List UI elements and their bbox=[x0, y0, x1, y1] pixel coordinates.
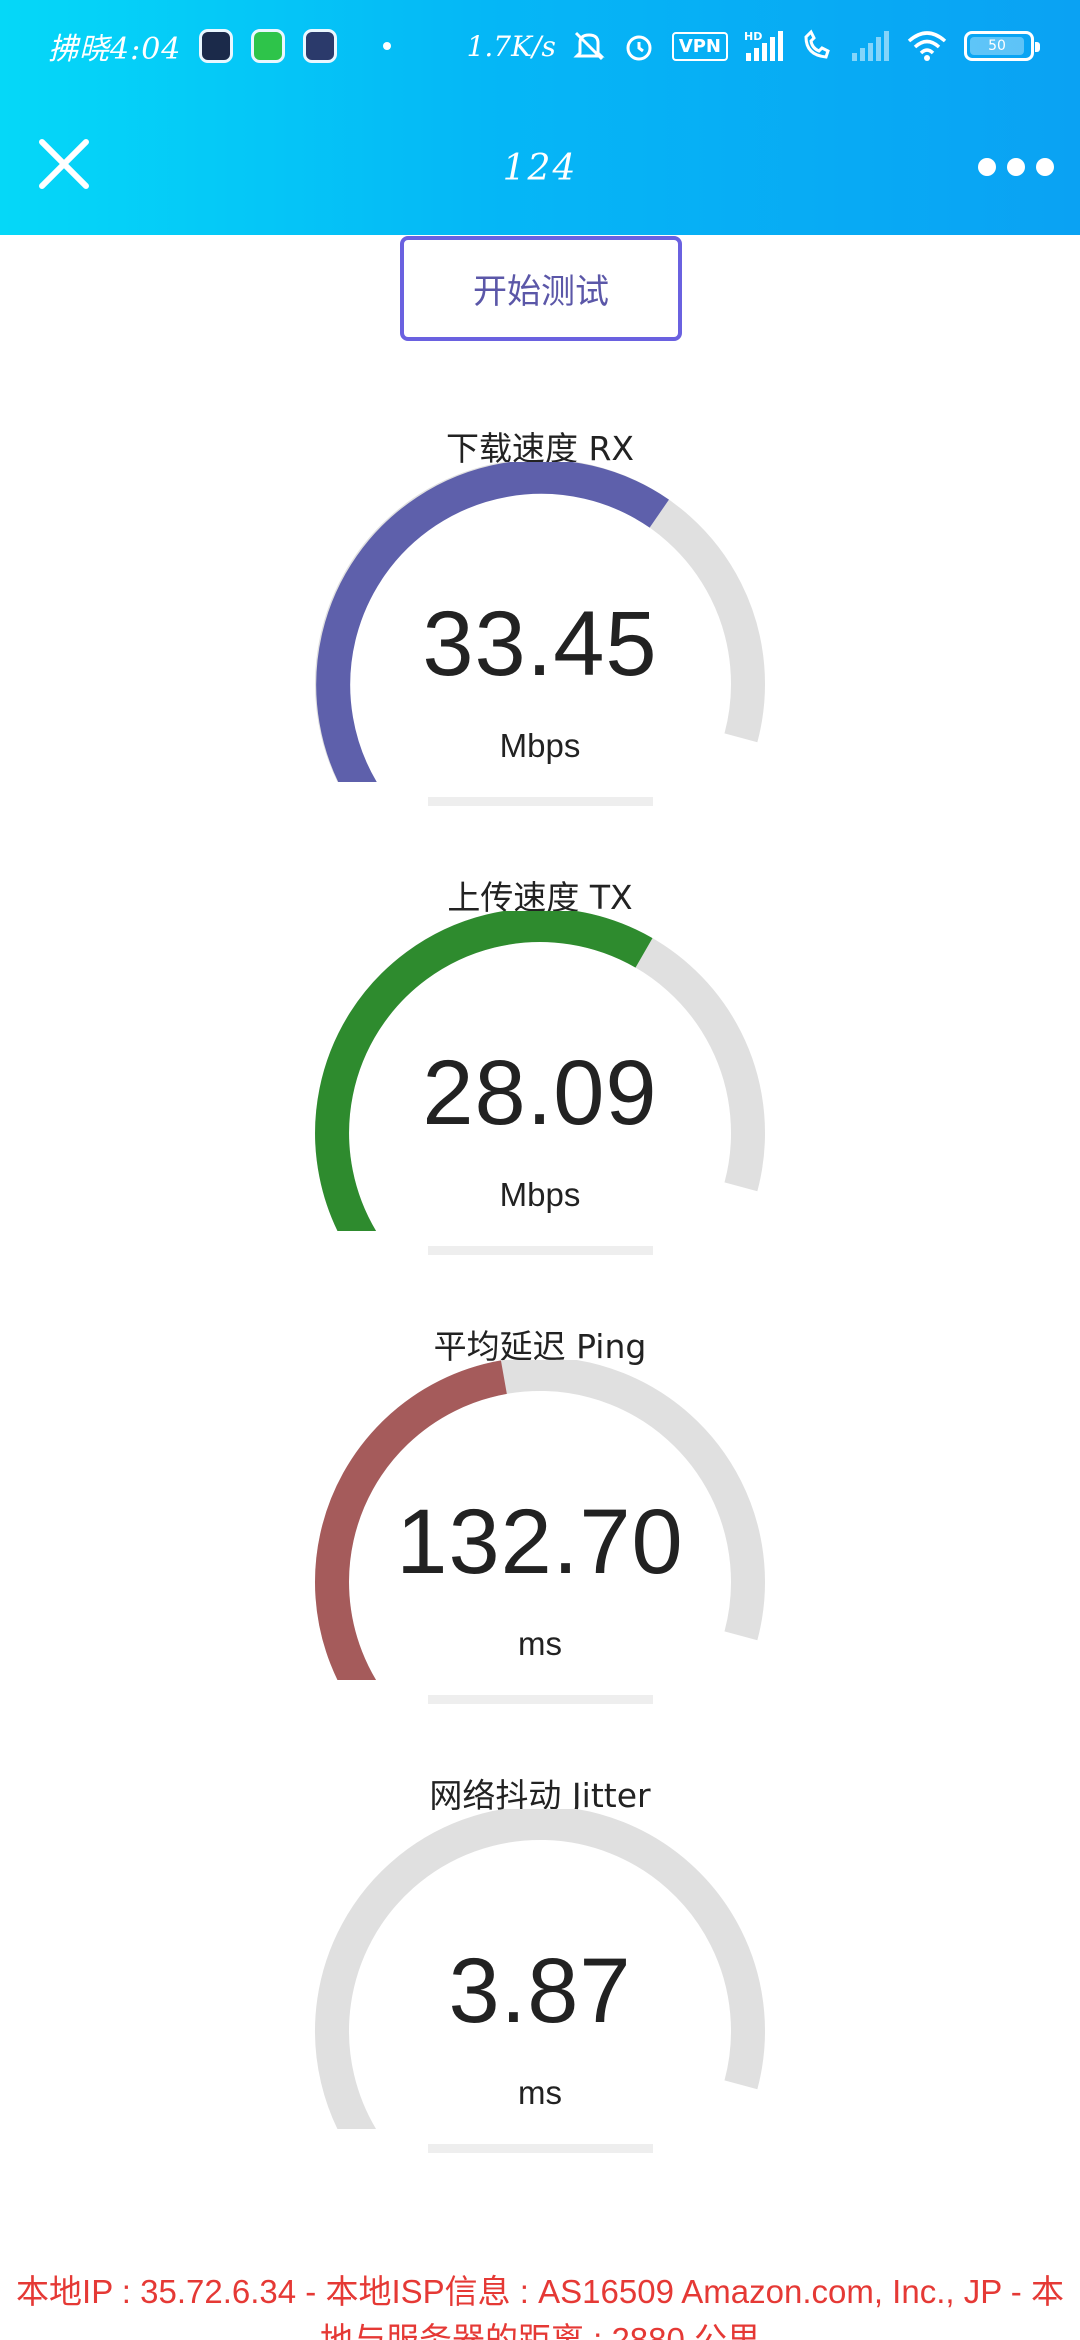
battery-icon: 50 bbox=[964, 31, 1040, 61]
status-bar: 拂晓4:04 1.7K/s VPN HD 50 bbox=[0, 0, 1080, 90]
gauge-progress-bar bbox=[428, 797, 653, 806]
gauge-download: 下载速度 RX 33.45 Mbps bbox=[0, 422, 1080, 862]
status-right: 1.7K/s VPN HD 50 bbox=[466, 24, 1040, 68]
page-title: 124 bbox=[502, 148, 578, 189]
gauge-progress-bar bbox=[428, 2144, 653, 2153]
hd-label: HD bbox=[744, 30, 762, 43]
battery-level: 50 bbox=[970, 37, 1024, 55]
gauge-unit: Mbps bbox=[499, 1176, 581, 1213]
title-bar: 124 bbox=[0, 90, 1080, 235]
gauge-ping: 平均延迟 Ping 132.70 ms bbox=[0, 1320, 1080, 1760]
weak-signal-icon bbox=[852, 31, 889, 61]
notification-dot-icon bbox=[383, 42, 392, 50]
gauge-value: 33.45 bbox=[422, 593, 658, 695]
alarm-icon bbox=[626, 35, 652, 61]
network-speed: 1.7K/s bbox=[466, 29, 556, 63]
app-header: 拂晓4:04 1.7K/s VPN HD 50 124 bbox=[0, 0, 1080, 235]
gauge-unit: Mbps bbox=[499, 727, 581, 764]
wifi-icon bbox=[907, 31, 947, 61]
mute-icon bbox=[573, 31, 605, 61]
more-dot-icon bbox=[978, 158, 996, 176]
status-left: 拂晓4:04 bbox=[48, 26, 392, 67]
gauge-value: 132.70 bbox=[396, 1491, 684, 1593]
gauge-unit: ms bbox=[518, 2074, 562, 2111]
more-dot-icon bbox=[1036, 158, 1054, 176]
signal-icon: HD bbox=[744, 30, 783, 61]
gauge-value: 28.09 bbox=[422, 1042, 658, 1144]
more-dot-icon bbox=[1007, 158, 1025, 176]
weather-icon bbox=[199, 29, 234, 63]
gauge-upload: 上传速度 TX 28.09 Mbps bbox=[0, 871, 1080, 1311]
gauge-progress-bar bbox=[428, 1695, 653, 1704]
cat-icon bbox=[303, 29, 338, 63]
vpn-badge: VPN bbox=[671, 31, 728, 61]
connection-info: 本地IP : 35.72.6.34 - 本地ISP信息 : AS16509 Am… bbox=[16, 2273, 1064, 2340]
gauge-value: 3.87 bbox=[448, 1940, 632, 2042]
call-icon bbox=[804, 29, 830, 59]
status-time: 拂晓4:04 bbox=[48, 32, 182, 67]
gauge-progress-bar bbox=[428, 1246, 653, 1255]
security-icon bbox=[251, 29, 286, 63]
more-icon[interactable] bbox=[978, 152, 1054, 182]
gauge-unit: ms bbox=[518, 1625, 562, 1662]
start-test-button[interactable]: 开始测试 bbox=[400, 236, 682, 341]
gauge-jitter: 网络抖动 Jitter 3.87 ms bbox=[0, 1769, 1080, 2209]
